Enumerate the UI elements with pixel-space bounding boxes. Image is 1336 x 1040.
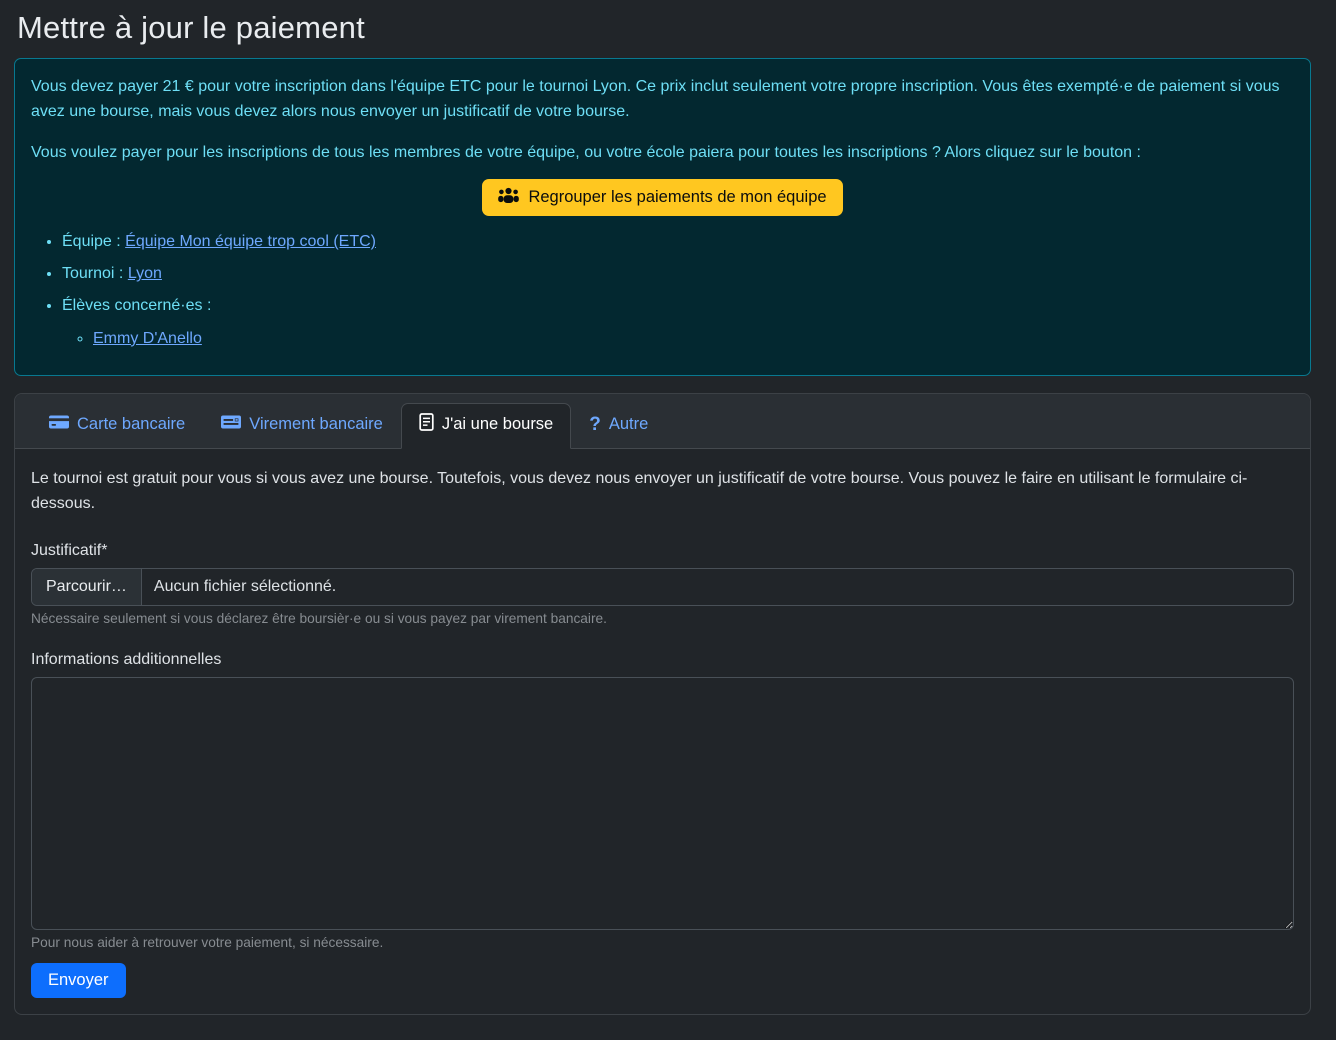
tab-jai-une-bourse[interactable]: J'ai une bourse [401, 403, 571, 449]
credit-card-icon [49, 414, 69, 435]
list-item-eleve: Emmy D'Anello [93, 327, 1294, 352]
tab-label: Virement bancaire [249, 415, 383, 434]
browse-button[interactable]: Parcourir… [32, 569, 142, 605]
group-button-row: Regrouper les paiements de mon équipe [31, 179, 1294, 216]
payment-methods-card: Carte bancaire Virement bancaire [14, 393, 1311, 1015]
additional-info-help-text: Pour nous aider à retrouver votre paieme… [31, 935, 1294, 950]
justificatif-help-text: Nécessaire seulement si vous déclarez êt… [31, 611, 1294, 626]
eleve-link[interactable]: Emmy D'Anello [93, 330, 202, 347]
list-item-tournoi: Tournoi : Lyon [62, 262, 1294, 287]
page-container: Mettre à jour le paiement Vous devez pay… [14, 10, 1311, 1015]
tab-label: Carte bancaire [77, 415, 185, 434]
payment-info-alert: Vous devez payer 21 € pour votre inscrip… [14, 58, 1311, 376]
scholarship-document-icon [419, 413, 434, 436]
tab-virement-bancaire[interactable]: Virement bancaire [203, 403, 401, 449]
eleves-label: Élèves concerné·es : [62, 297, 211, 314]
bank-transfer-icon [221, 414, 241, 435]
additional-info-textarea[interactable] [31, 677, 1294, 930]
group-payments-button[interactable]: Regrouper les paiements de mon équipe [482, 179, 842, 216]
payment-tabs: Carte bancaire Virement bancaire [15, 394, 1310, 449]
question-icon: ? [589, 415, 601, 434]
tab-label: Autre [609, 415, 648, 434]
alert-paragraph-group: Vous voulez payer pour les inscriptions … [31, 141, 1294, 166]
justificatif-file-input[interactable]: Parcourir… Aucun fichier sélectionné. [31, 568, 1294, 606]
eleves-sublist: Emmy D'Anello [62, 327, 1294, 352]
alert-paragraph-price: Vous devez payer 21 € pour votre inscrip… [31, 75, 1294, 125]
additional-info-label: Informations additionnelles [31, 651, 1294, 669]
users-icon [498, 187, 519, 208]
file-status-text: Aucun fichier sélectionné. [142, 569, 348, 605]
list-item-equipe: Équipe : Équipe Mon équipe trop cool (ET… [62, 230, 1294, 255]
list-item-eleves: Élèves concerné·es : Emmy D'Anello [62, 294, 1294, 352]
bourse-tab-panel: Le tournoi est gratuit pour vous si vous… [15, 449, 1310, 1014]
equipe-link[interactable]: Équipe Mon équipe trop cool (ETC) [125, 233, 376, 250]
tournoi-label: Tournoi : [62, 265, 123, 282]
page-title: Mettre à jour le paiement [17, 10, 1311, 46]
submit-button[interactable]: Envoyer [31, 963, 126, 998]
group-payments-button-label: Regrouper les paiements de mon équipe [528, 188, 826, 207]
payment-summary-list: Équipe : Équipe Mon équipe trop cool (ET… [31, 230, 1294, 351]
tab-autre[interactable]: ? Autre [571, 403, 666, 449]
tab-carte-bancaire[interactable]: Carte bancaire [31, 403, 203, 449]
tournoi-link[interactable]: Lyon [128, 265, 162, 282]
tab-label: J'ai une bourse [442, 415, 553, 434]
justificatif-label: Justificatif* [31, 542, 1294, 560]
bourse-intro-text: Le tournoi est gratuit pour vous si vous… [31, 466, 1294, 517]
equipe-label: Équipe : [62, 233, 121, 250]
